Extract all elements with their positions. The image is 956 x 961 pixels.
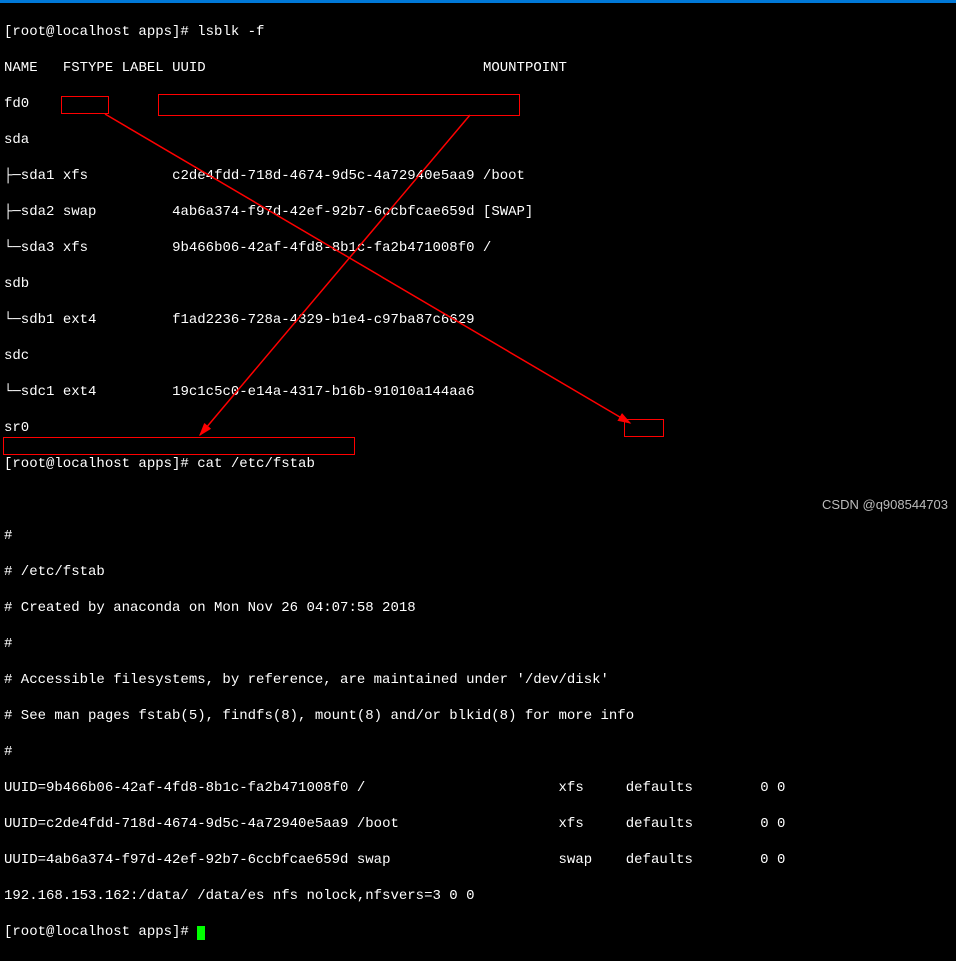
dev-sdc: sdc: [4, 347, 952, 365]
watermark-text: CSDN @q908544703: [822, 496, 948, 514]
dev-sda1: ├─sda1 xfs c2de4fdd-718d-4674-9d5c-4a729…: [4, 167, 952, 185]
blank-line: [4, 491, 952, 509]
fstab-nfs: 192.168.153.162:/data/ /data/es nfs nolo…: [4, 887, 952, 905]
fstab-hash: #: [4, 635, 952, 653]
fstab-row-boot: UUID=c2de4fdd-718d-4674-9d5c-4a72940e5aa…: [4, 815, 952, 833]
terminal-output[interactable]: [root@localhost apps]# lsblk -f NAME FST…: [0, 3, 956, 961]
command-cat: cat /etc/fstab: [197, 456, 315, 472]
fstab-row-swap: UUID=4ab6a374-f97d-42ef-92b7-6ccbfcae659…: [4, 851, 952, 869]
fstab-hash: #: [4, 527, 952, 545]
dev-fd0: fd0: [4, 95, 952, 113]
fstab-hash: #: [4, 743, 952, 761]
dev-sda3: └─sda3 xfs 9b466b06-42af-4fd8-8b1c-fa2b4…: [4, 239, 952, 257]
lsblk-header: NAME FSTYPE LABEL UUID MOUNTPOINT: [4, 59, 952, 77]
fstab-row-root: UUID=9b466b06-42af-4fd8-8b1c-fa2b471008f…: [4, 779, 952, 797]
dev-sdb1: └─sdb1 ext4 f1ad2236-728a-4329-b1e4-c97b…: [4, 311, 952, 329]
cursor-icon: [197, 926, 205, 940]
dev-sda2: ├─sda2 swap 4ab6a374-f97d-42ef-92b7-6ccb…: [4, 203, 952, 221]
dev-sdb: sdb: [4, 275, 952, 293]
fstab-see: # See man pages fstab(5), findfs(8), mou…: [4, 707, 952, 725]
command-lsblk: lsblk -f: [197, 24, 264, 40]
fstab-created: # Created by anaconda on Mon Nov 26 04:0…: [4, 599, 952, 617]
fstab-title: # /etc/fstab: [4, 563, 952, 581]
shell-prompt: [root@localhost apps]#: [4, 456, 197, 472]
fstab-accessible: # Accessible filesystems, by reference, …: [4, 671, 952, 689]
shell-prompt: [root@localhost apps]#: [4, 924, 197, 940]
dev-sdc1: └─sdc1 ext4 19c1c5c0-e14a-4317-b16b-9101…: [4, 383, 952, 401]
dev-sr0: sr0: [4, 419, 952, 437]
shell-prompt: [root@localhost apps]#: [4, 24, 197, 40]
dev-sda: sda: [4, 131, 952, 149]
